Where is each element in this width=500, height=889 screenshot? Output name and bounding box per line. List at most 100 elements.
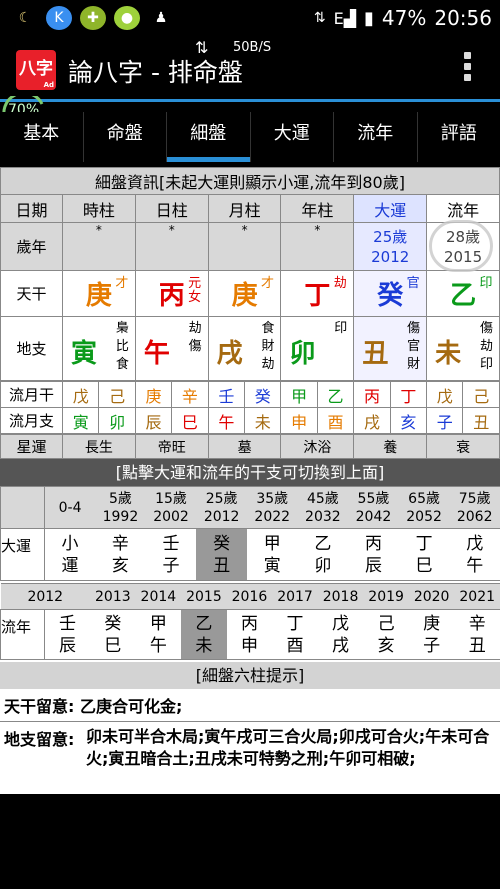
col-header-hour: 時柱 [62,194,136,223]
xingyun-cell: 帝旺 [134,434,209,459]
age-cell: * [62,222,136,271]
col-header-day: 日柱 [134,194,209,223]
dayun-pillar[interactable]: 丁巳 [398,528,450,581]
tab-detail[interactable]: 細盤 [167,112,251,162]
hidden-gods: 印 [334,320,347,338]
dayun-pillar[interactable]: 乙卯 [297,528,349,581]
hidden-god: 官 [407,339,421,354]
liuyue-zhi-cell: 未 [244,407,282,434]
liunian-pillar[interactable]: 壬辰 [44,609,91,660]
tab-liunian[interactable]: 流年 [334,112,418,162]
col-header-month: 月柱 [207,194,282,223]
liuyue-gan-cell: 庚 [134,381,173,408]
tiangan-cell: 丁劫 [280,270,355,317]
hidden-god: 比 [115,339,129,354]
liunian-year-cell: 2015 [181,583,227,610]
dizhi-cell: 卯印 [280,316,355,381]
dayun-pillar[interactable]: 甲寅 [246,528,298,581]
dizhi-cell: 午劫傷 [134,316,209,381]
tiangan-label: 天干 [0,270,63,317]
dayun-age-cell: 55歲 2042 [348,486,399,529]
xingyun-cell: 長生 [62,434,136,459]
hidden-gods: 梟比食 [116,320,129,374]
monthly-table: 流月干戊己庚辛壬癸甲乙丙丁戊己 流月支寅卯辰巳午未申酉戌亥子丑 [0,381,500,434]
touch-indicator [429,220,494,272]
tab-bar: 基本 命盤 細盤 大運 流年 評語 [0,112,500,162]
tab-chart[interactable]: 命盤 [84,112,167,162]
network-transfer-icon: ⇅ [313,10,326,26]
liunian-pillar[interactable]: 戊戌 [317,609,364,660]
liunian-table: 2012 2013 2014 2015 2016 2017 2018 2019 2020 2021… [0,583,500,660]
stem-char: 丙 [158,281,185,311]
plus-app-icon: ✚ [80,6,106,30]
liunian-year-cell: 2017 [272,583,318,610]
dayun-pillar[interactable]: 丙辰 [348,528,399,581]
liunian-pillar[interactable]: 乙未 [181,609,227,660]
k-app-icon: K [46,6,72,30]
dayun-label: 大運 [0,528,45,581]
xingyun-cell: 養 [353,434,428,459]
dayun-age-cell: 75歲 2062 [449,486,500,529]
branch-char: 午 [143,339,170,369]
qq-icon: ♟ [154,10,168,26]
liuyue-zhi-cell: 辰 [134,407,173,434]
overflow-menu-icon[interactable] [464,52,472,84]
dizhi-cell: 未 傷劫印 [426,316,500,381]
liuyue-zhi-cell: 子 [426,407,464,434]
tab-comments[interactable]: 評語 [418,112,500,162]
liuyue-zhi-cell: 戌 [353,407,391,434]
liuyue-zhi-cell: 申 [280,407,318,434]
col-header-liunian: 流年 [426,194,500,223]
liunian-pillar[interactable]: 辛丑 [454,609,500,660]
dayun-age-cell: 25歲 2012 [353,222,428,271]
liunian-pillar[interactable]: 庚子 [408,609,455,660]
liunian-pillar[interactable]: 己亥 [363,609,409,660]
dayun-age-cell: 25歲 2012 [196,486,247,529]
ten-god: 劫 [333,276,347,291]
app-logo: 八字 Ad [16,50,56,90]
ten-god: 才 [115,276,129,291]
dayun-pillar[interactable]: 癸丑 [196,528,247,581]
detail-panel: 細盤資訊[未起大運則顯示小運,流年到80歲] 日期 時柱 日柱 月柱 年柱 大運… [0,167,500,794]
liuyue-gan-cell: 丁 [389,381,428,408]
tab-basic[interactable]: 基本 [0,112,84,162]
dizhi-cell: 寅 梟比食 [62,316,136,381]
liuyue-gan-cell: 丙 [353,381,391,408]
liunian-age-cell[interactable]: 28歲 2015 [426,220,500,272]
hidden-god: 食 [261,321,275,336]
xingyun-cell: 衰 [426,434,500,459]
clock: 20:56 [434,6,492,30]
hidden-god: 傷 [479,321,493,336]
hidden-god: 劫 [479,339,493,354]
dayun-pillar[interactable]: 辛亥 [95,528,146,581]
col-header-dayun: 大運 [353,194,428,223]
liuyue-gan-cell: 甲 [280,381,318,408]
liuyue-gan-cell: 戊 [426,381,464,408]
app-title: 論八字 - 排命盤 [68,58,243,87]
age-cell: * [134,222,209,271]
hidden-gods: 劫傷 [189,320,202,356]
liuyue-gan-cell: 辛 [171,381,209,408]
tiangan-cell: 丙元女 [134,270,209,317]
dayun-age-cell: 65歲 2052 [398,486,450,529]
dayun-pillar[interactable]: 壬子 [145,528,197,581]
ten-god: 元女 [188,276,202,305]
tab-dayun[interactable]: 大運 [251,112,334,162]
branch-char: 戌 [216,339,243,369]
dayun-pillar[interactable]: 小運 [44,528,96,581]
dizhi-cell: 丑 傷官財 [353,316,428,381]
tiangan-cell: 庚才 [207,270,282,317]
dayun-age-cell: 15歲 2002 [145,486,197,529]
col-header-date: 日期 [0,194,63,223]
liuyue-zhi-cell: 巳 [171,407,209,434]
section-title: 細盤資訊[未起大運則顯示小運,流年到80歲] [0,167,500,195]
liunian-pillar[interactable]: 癸巳 [90,609,136,660]
liunian-pillar[interactable]: 丙申 [226,609,273,660]
dayun-pillar[interactable]: 戊午 [449,528,500,581]
liuyue-gan-label: 流月干 [0,381,63,408]
liunian-pillar[interactable]: 丁酉 [272,609,318,660]
age-label: 歲年 [0,222,63,271]
liunian-year-cell: 2014 [135,583,182,610]
liunian-pillar[interactable]: 甲午 [135,609,182,660]
hidden-god: 傷 [407,321,421,336]
